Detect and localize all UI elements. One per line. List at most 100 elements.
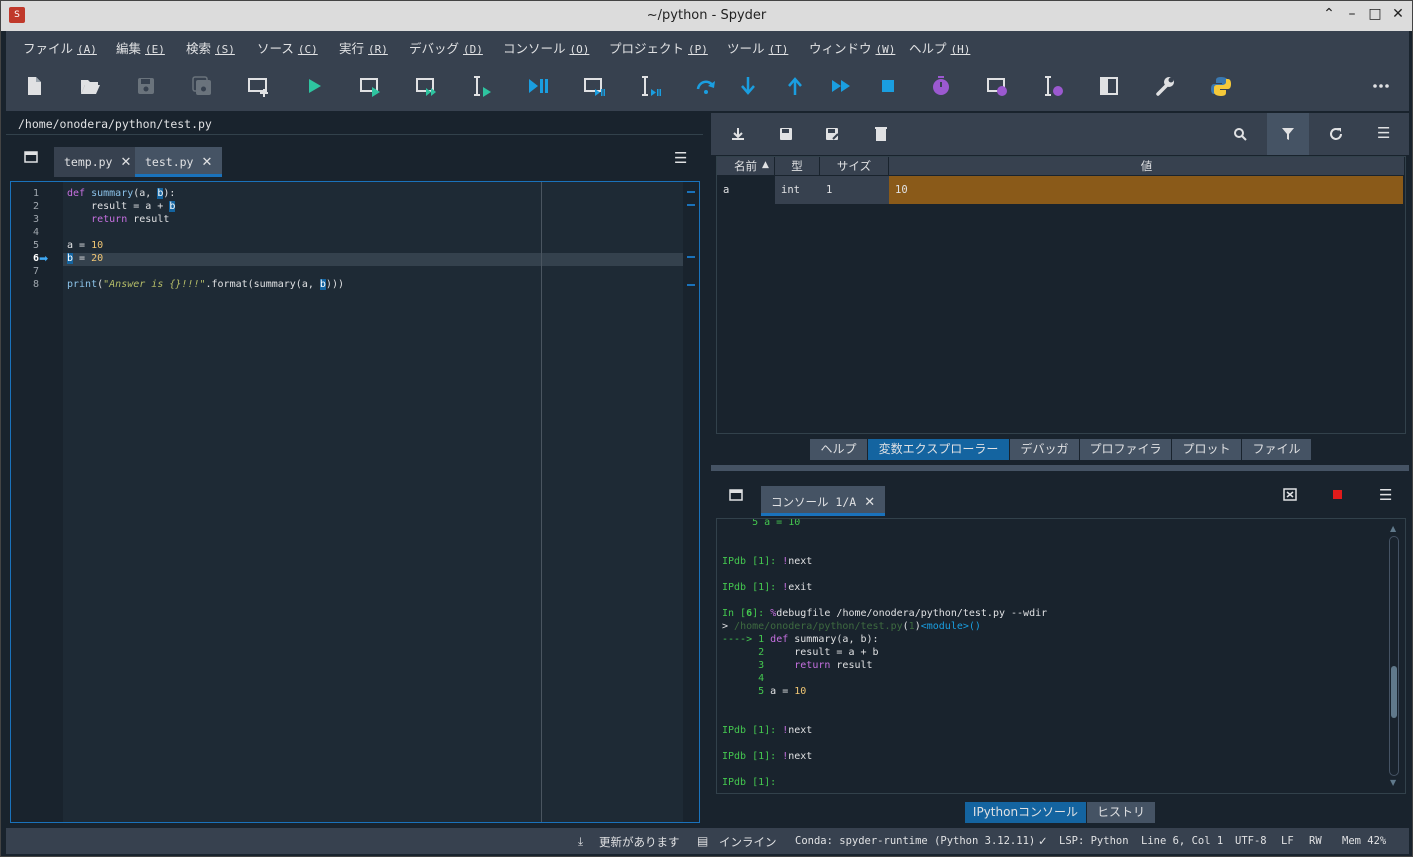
run-cell-icon[interactable] [359,75,381,97]
import-data-icon[interactable] [731,127,745,141]
step-over-icon[interactable] [695,75,717,97]
variable-value-cell[interactable]: 10 [889,176,1403,204]
tab-variable-explorer[interactable]: 変数エクスプローラー [868,439,1010,460]
new-cell-icon[interactable] [247,75,269,97]
line-number: 2 [32,201,39,212]
variable-size-cell[interactable]: 1 [820,176,889,204]
ipython-console[interactable]: 5 a = 10 IPdb [1]: !next IPdb [1]: !exit… [716,518,1406,794]
run-icon[interactable] [303,75,325,97]
run-selection-icon[interactable] [471,75,493,97]
step-into-icon[interactable] [737,75,759,97]
browse-console-tabs-icon[interactable] [729,489,743,501]
tab-profiler[interactable]: プロファイラ [1080,439,1172,460]
update-status[interactable]: 更新があります [599,834,680,850]
eol-mode: LF [1281,835,1294,847]
maximize-icon[interactable]: □ [1365,6,1385,22]
tab-console-1a[interactable]: コンソール 1/A ✕ [761,486,886,516]
pane-options-icon[interactable]: ☰ [1377,124,1390,142]
menu-run[interactable]: 実行 (R) [339,38,388,57]
debug-selection-icon[interactable] [639,75,661,97]
memory-usage: Mem 42% [1342,835,1387,847]
filter-button[interactable] [1267,113,1309,155]
console-scrollbar[interactable] [1389,536,1399,776]
tab-label: temp.py [64,155,113,169]
save-data-icon[interactable] [779,127,793,141]
profile-cell-icon[interactable] [986,75,1008,97]
remove-all-icon[interactable] [874,126,888,141]
main-toolbar [6,61,1409,111]
menu-window[interactable]: ウィンドウ (W) [809,38,895,57]
tab-debugger[interactable]: デバッガ [1010,439,1080,460]
continue-icon[interactable] [830,75,852,97]
tab-help[interactable]: ヘルプ [810,439,868,460]
refresh-icon[interactable] [1329,127,1343,141]
variable-name-cell[interactable]: a [717,176,775,204]
scroll-down-icon[interactable]: ▼ [1390,778,1396,787]
menu-bar: ファイル (A) 編集 (E) 検索 (S) ソース (C) 実行 (R) デバ… [6,31,1409,61]
keep-above-icon[interactable]: ⌃ [1319,6,1339,22]
tab-temp-py[interactable]: temp.py ✕ [54,147,142,177]
tab-plots[interactable]: プロット [1172,439,1242,460]
debug-cell-icon[interactable] [583,75,605,97]
console-prompt[interactable]: IPdb [1]: [722,777,782,788]
current-line-number: 6 [32,253,39,264]
step-return-icon[interactable] [784,75,806,97]
run-cell-advance-icon[interactable] [415,75,437,97]
variable-type-cell[interactable]: int [775,176,820,204]
lsp-status[interactable]: LSP: Python [1059,835,1129,847]
menu-console[interactable]: コンソール (O) [503,38,589,57]
tab-test-py[interactable]: test.py ✕ [135,147,223,177]
tab-ipython-console[interactable]: IPythonコンソール [965,802,1087,823]
menu-help[interactable]: ヘルプ (H) [909,38,970,57]
save-icon[interactable] [135,75,157,97]
close-tab-icon[interactable]: ✕ [120,155,131,170]
new-file-icon[interactable] [23,75,45,97]
console-options-icon[interactable]: ☰ [1379,486,1392,504]
menu-file[interactable]: ファイル (A) [23,38,97,57]
console-line: 4 [722,673,765,684]
plot-backend[interactable]: インライン [719,834,777,850]
column-header-type[interactable]: 型 [775,157,820,175]
preferences-icon[interactable] [1154,75,1176,97]
save-data-as-icon[interactable] [825,127,839,141]
code-line: def summary(a, b): [67,188,176,199]
clear-console-icon[interactable] [1283,488,1297,501]
close-tab-icon[interactable]: ✕ [201,155,212,170]
tab-history[interactable]: ヒストリ [1087,802,1156,823]
console-line: 3 return result [722,660,873,671]
column-header-value[interactable]: 値 [889,157,1405,175]
column-header-size[interactable]: サイズ [820,157,889,175]
interrupt-kernel-icon[interactable] [1333,490,1342,499]
conda-env[interactable]: Conda: spyder-runtime (Python 3.12.11) [795,835,1035,847]
menu-source[interactable]: ソース (C) [257,38,318,57]
editor-options-icon[interactable]: ☰ [674,149,687,167]
browse-tabs-icon[interactable] [24,151,38,163]
menu-debug[interactable]: デバッグ (D) [409,38,483,57]
debug-icon[interactable] [527,75,549,97]
scroll-up-icon[interactable]: ▲ [1390,524,1396,533]
profile-icon[interactable] [930,75,952,97]
code-line: a = 10 [67,240,104,251]
close-icon[interactable]: ✕ [1388,6,1408,22]
stop-icon[interactable] [877,75,899,97]
maximize-pane-icon[interactable] [1098,75,1120,97]
close-console-tab-icon[interactable]: ✕ [864,495,875,510]
filter-icon [1282,128,1294,140]
code-line: result = a + b [67,201,176,212]
more-icon[interactable] [1370,75,1392,97]
chart-icon: ▤ [697,834,709,848]
line-number: 8 [32,279,39,290]
menu-edit[interactable]: 編集 (E) [116,38,165,57]
console-scrollbar-thumb[interactable] [1391,666,1397,718]
search-icon[interactable] [1233,127,1247,141]
menu-tools[interactable]: ツール (T) [727,38,788,57]
code-editor[interactable]: 1 2 3 4 5 6 ➡ 7 8 def summary(a, b): res… [10,181,700,823]
open-file-icon[interactable] [79,75,101,97]
profile-selection-icon[interactable] [1042,75,1064,97]
tab-files[interactable]: ファイル [1242,439,1312,460]
save-all-icon[interactable] [191,75,213,97]
menu-search[interactable]: 検索 (S) [186,38,235,57]
python-path-icon[interactable] [1210,75,1232,97]
menu-projects[interactable]: プロジェクト (P) [609,38,708,57]
minimize-icon[interactable]: – [1342,6,1362,22]
